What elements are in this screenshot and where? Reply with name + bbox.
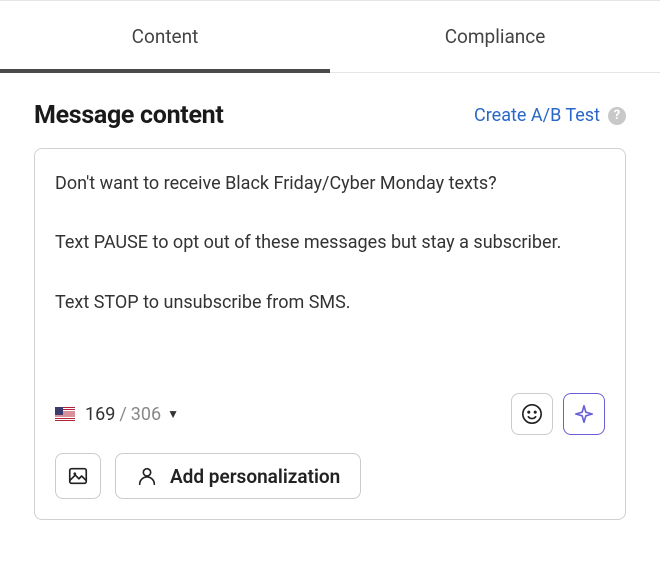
image-icon	[67, 465, 89, 487]
tab-compliance-label: Compliance	[445, 25, 546, 48]
ab-test-group: Create A/B Test ?	[474, 105, 626, 126]
tab-content-label: Content	[132, 25, 199, 48]
chevron-down-icon: ▼	[167, 407, 179, 421]
smiley-icon	[521, 403, 543, 425]
tab-content[interactable]: Content	[0, 1, 330, 72]
sparkle-icon	[573, 403, 595, 425]
header-row: Message content Create A/B Test ?	[34, 101, 626, 130]
ai-sparkle-button[interactable]	[563, 393, 605, 435]
emoji-button[interactable]	[511, 393, 553, 435]
add-personalization-button[interactable]: Add personalization	[115, 453, 361, 499]
us-flag-icon[interactable]	[55, 407, 75, 421]
counter-right	[511, 393, 605, 435]
section-title: Message content	[34, 101, 224, 130]
char-count-sep: /	[119, 404, 126, 425]
char-count-current: 169	[85, 404, 115, 425]
help-icon[interactable]: ?	[608, 107, 626, 125]
create-ab-test-link[interactable]: Create A/B Test	[474, 105, 600, 126]
add-personalization-label: Add personalization	[170, 465, 340, 488]
char-count-max: 306	[131, 404, 161, 425]
counter-row: 169 / 306 ▼	[55, 393, 605, 435]
add-image-button[interactable]	[55, 453, 101, 499]
tab-compliance[interactable]: Compliance	[330, 1, 660, 72]
content-area: Message content Create A/B Test ? Don't …	[0, 73, 660, 540]
message-textarea[interactable]: Don't want to receive Black Friday/Cyber…	[55, 169, 605, 369]
counter-left: 169 / 306 ▼	[55, 404, 179, 425]
person-icon	[136, 465, 158, 487]
editor-container: Content Compliance Message content Creat…	[0, 0, 660, 586]
message-box: Don't want to receive Black Friday/Cyber…	[34, 148, 626, 520]
action-row: Add personalization	[55, 453, 605, 499]
tabs: Content Compliance	[0, 1, 660, 73]
char-count-dropdown[interactable]: 169 / 306 ▼	[85, 404, 179, 425]
